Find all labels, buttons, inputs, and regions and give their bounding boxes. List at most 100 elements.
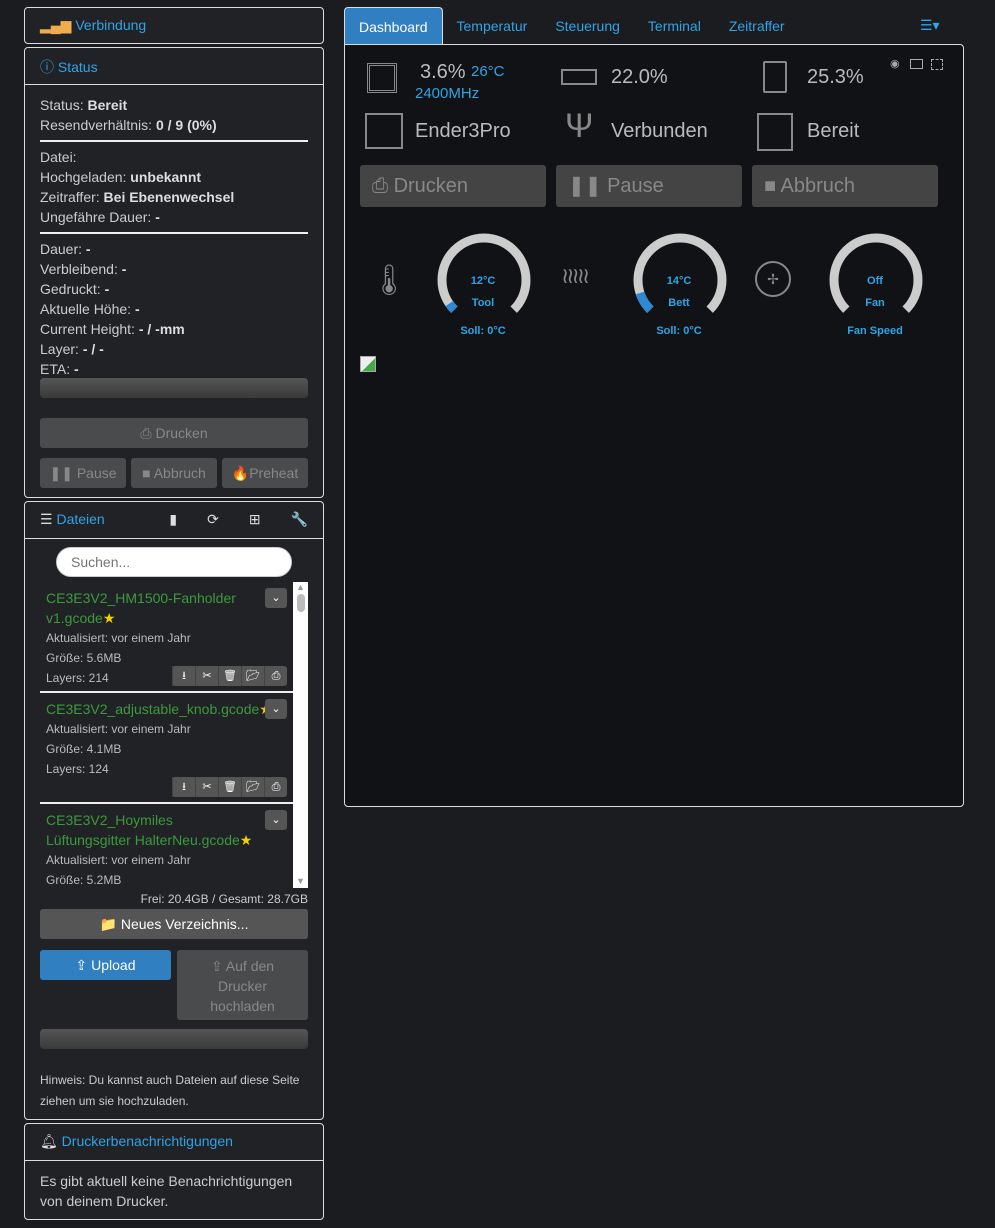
webcam-icon[interactable]: ◉	[890, 57, 900, 70]
file-name[interactable]: CE3E3V2_adjustable_knob.gcode★	[46, 699, 272, 719]
status-row-label: Dauer:	[40, 241, 83, 257]
file-size: Größe: 4.1MB	[46, 742, 122, 756]
file-item[interactable]: CE3E3V2_HM1500-Fanholder v1.gcode★ Aktua…	[40, 582, 293, 693]
file-name[interactable]: CE3E3V2_Hoymiles Lüftungsgitter HalterNe…	[46, 810, 261, 850]
file-size: Größe: 5.6MB	[46, 651, 122, 665]
file-expand-button[interactable]: ⌄	[265, 588, 287, 608]
new-folder-button[interactable]: 📁 Neues Verzeichnis...	[40, 909, 308, 939]
status-header[interactable]: ⓘ Status	[25, 48, 323, 85]
search-input[interactable]	[56, 547, 292, 577]
disk-usage: 25.3%	[807, 66, 864, 88]
fullscreen-icon[interactable]	[931, 59, 943, 70]
status-row: Resendverhältnis: 0 / 9 (0%)	[40, 115, 308, 135]
gauge-label: Fan	[865, 297, 885, 309]
print-button[interactable]: ⎙ Drucken	[40, 418, 308, 448]
folder-open-icon[interactable]: 📂︎	[241, 777, 264, 797]
sitemap-icon[interactable]: ⊞	[249, 511, 261, 529]
status-row-value: Bereit	[87, 97, 128, 113]
file-actions: ⭳ ✂ 🗑︎ 📂︎ ⎙	[172, 777, 287, 797]
status-row-label: Gedruckt:	[40, 281, 101, 297]
file-item[interactable]: CE3E3V2_Hoymiles Lüftungsgitter HalterNe…	[40, 804, 293, 888]
dashboard-print-button[interactable]: ⎙ Drucken	[360, 165, 546, 207]
cut-icon[interactable]: ✂	[195, 777, 218, 797]
menu-dropdown-icon[interactable]: ☰▾	[920, 17, 940, 34]
dashboard-panel: 3.6% 26°C 2400MHz 22.0% 25.3% ◉ Ender3Pr…	[344, 44, 964, 807]
status-row-label: Datei:	[40, 149, 77, 165]
status-title: Status	[57, 59, 98, 75]
status-row-value: -	[73, 361, 79, 377]
sd-card-icon[interactable]: ▮	[169, 511, 177, 529]
file-expand-button[interactable]: ⌄	[265, 810, 287, 830]
hotend-thermometer-icon: 🌡︎	[370, 264, 409, 297]
new-folder-label: Neues Verzeichnis...	[120, 916, 249, 932]
dashboard-cancel-button[interactable]: ■ Abbruch	[752, 165, 938, 207]
gauge-subtitle: Soll: 0°C	[460, 325, 506, 337]
status-row-value: -	[155, 209, 160, 225]
gauge-subtitle: Fan Speed	[847, 325, 903, 337]
trash-icon[interactable]: 🗑︎	[218, 666, 241, 686]
file-actions: ⭳ ✂ 🗑︎ 📂︎ ⎙	[172, 666, 287, 686]
status-row-value: - / -	[82, 341, 104, 357]
screen-icon[interactable]	[910, 59, 923, 69]
star-icon: ★	[102, 610, 116, 626]
status-row-value: unbekannt	[130, 169, 202, 185]
upload-printer-label: Auf den Drucker hochladen	[210, 958, 275, 1014]
folder-open-icon[interactable]: 📂︎	[241, 666, 264, 686]
print-icon[interactable]: ⎙	[264, 777, 287, 797]
status-row-label: Current Height:	[40, 321, 135, 337]
broken-image-icon	[360, 356, 376, 372]
status-row: Datei:	[40, 147, 308, 167]
divider	[40, 140, 308, 142]
cancel-button[interactable]: ■ Abbruch	[131, 458, 217, 488]
files-title-link[interactable]: ☰ Dateien	[40, 511, 105, 529]
file-name[interactable]: CE3E3V2_HM1500-Fanholder v1.gcode★	[46, 588, 261, 628]
tab-zeitraffer[interactable]: Zeitraffer	[715, 7, 799, 46]
wrench-icon[interactable]: 🔧	[291, 511, 308, 529]
tab-bar: Dashboard Temperatur Steuerung Terminal Zeit…	[344, 7, 799, 46]
memory-icon	[561, 69, 597, 85]
heated-bed-icon: ≀≀≀≀≀	[561, 263, 590, 288]
tab-terminal[interactable]: Terminal	[634, 7, 715, 46]
gauge-subtitle: Soll: 0°C	[656, 325, 702, 337]
status-row: Ungefähre Dauer: -	[40, 207, 308, 227]
connection-state: Verbunden	[611, 120, 708, 142]
dashboard-cancel-label: Abbruch	[780, 175, 856, 197]
files-title: Dateien	[56, 511, 105, 527]
status-row-label: ETA:	[40, 361, 71, 377]
tab-steuerung[interactable]: Steuerung	[541, 7, 634, 46]
connection-panel: ▂▄▆ Verbindung	[24, 7, 324, 44]
status-row-value: -	[104, 281, 110, 297]
file-expand-button[interactable]: ⌄	[265, 699, 287, 719]
cpu-freq: 2400MHz	[415, 85, 480, 102]
connection-title: Verbindung	[75, 17, 147, 33]
pause-button[interactable]: ❚❚ Pause	[40, 458, 126, 488]
download-icon[interactable]: ⭳	[172, 777, 195, 797]
gauge-label: Tool	[471, 297, 495, 309]
tab-dashboard[interactable]: Dashboard	[344, 7, 443, 46]
refresh-icon[interactable]: ⟳	[207, 511, 219, 529]
status-row-label: Ungefähre Dauer:	[40, 209, 152, 225]
status-row-label: Aktuelle Höhe:	[40, 301, 132, 317]
cut-icon[interactable]: ✂	[195, 666, 218, 686]
status-row-label: Resendverhältnis:	[40, 117, 153, 133]
file-item[interactable]: CE3E3V2_adjustable_knob.gcode★ Aktualisi…	[40, 693, 293, 804]
connection-header[interactable]: ▂▄▆ Verbindung	[25, 8, 323, 45]
status-row-label: Verbleibend:	[40, 261, 118, 277]
print-icon[interactable]: ⎙	[264, 666, 287, 686]
preheat-button[interactable]: 🔥Preheat	[222, 458, 308, 488]
status-row: Aktuelle Höhe: -	[40, 299, 308, 319]
bell-icon: 🔔︎	[40, 1133, 58, 1149]
signal-icon: ▂▄▆	[40, 17, 72, 33]
download-icon[interactable]: ⭳	[172, 666, 195, 686]
status-row-value: - / -mm	[138, 321, 185, 337]
notifications-header[interactable]: 🔔︎ Druckerbenachrichtigungen	[25, 1124, 323, 1161]
status-row: Current Height: - / -mm	[40, 319, 308, 339]
gauge-value: 14°C	[666, 275, 692, 287]
upload-to-printer-button[interactable]: ⇪ Auf den Drucker hochladen	[177, 950, 308, 1020]
trash-icon[interactable]: 🗑︎	[218, 777, 241, 797]
dashboard-pause-button[interactable]: ❚❚ Pause	[556, 165, 742, 207]
storage-info: Frei: 20.4GB / Gesamt: 28.7GB	[140, 892, 308, 906]
upload-button[interactable]: ⇪ Upload	[40, 950, 171, 980]
tab-temperatur[interactable]: Temperatur	[443, 7, 542, 46]
scrollbar[interactable]: ▲ ▼	[293, 582, 308, 888]
